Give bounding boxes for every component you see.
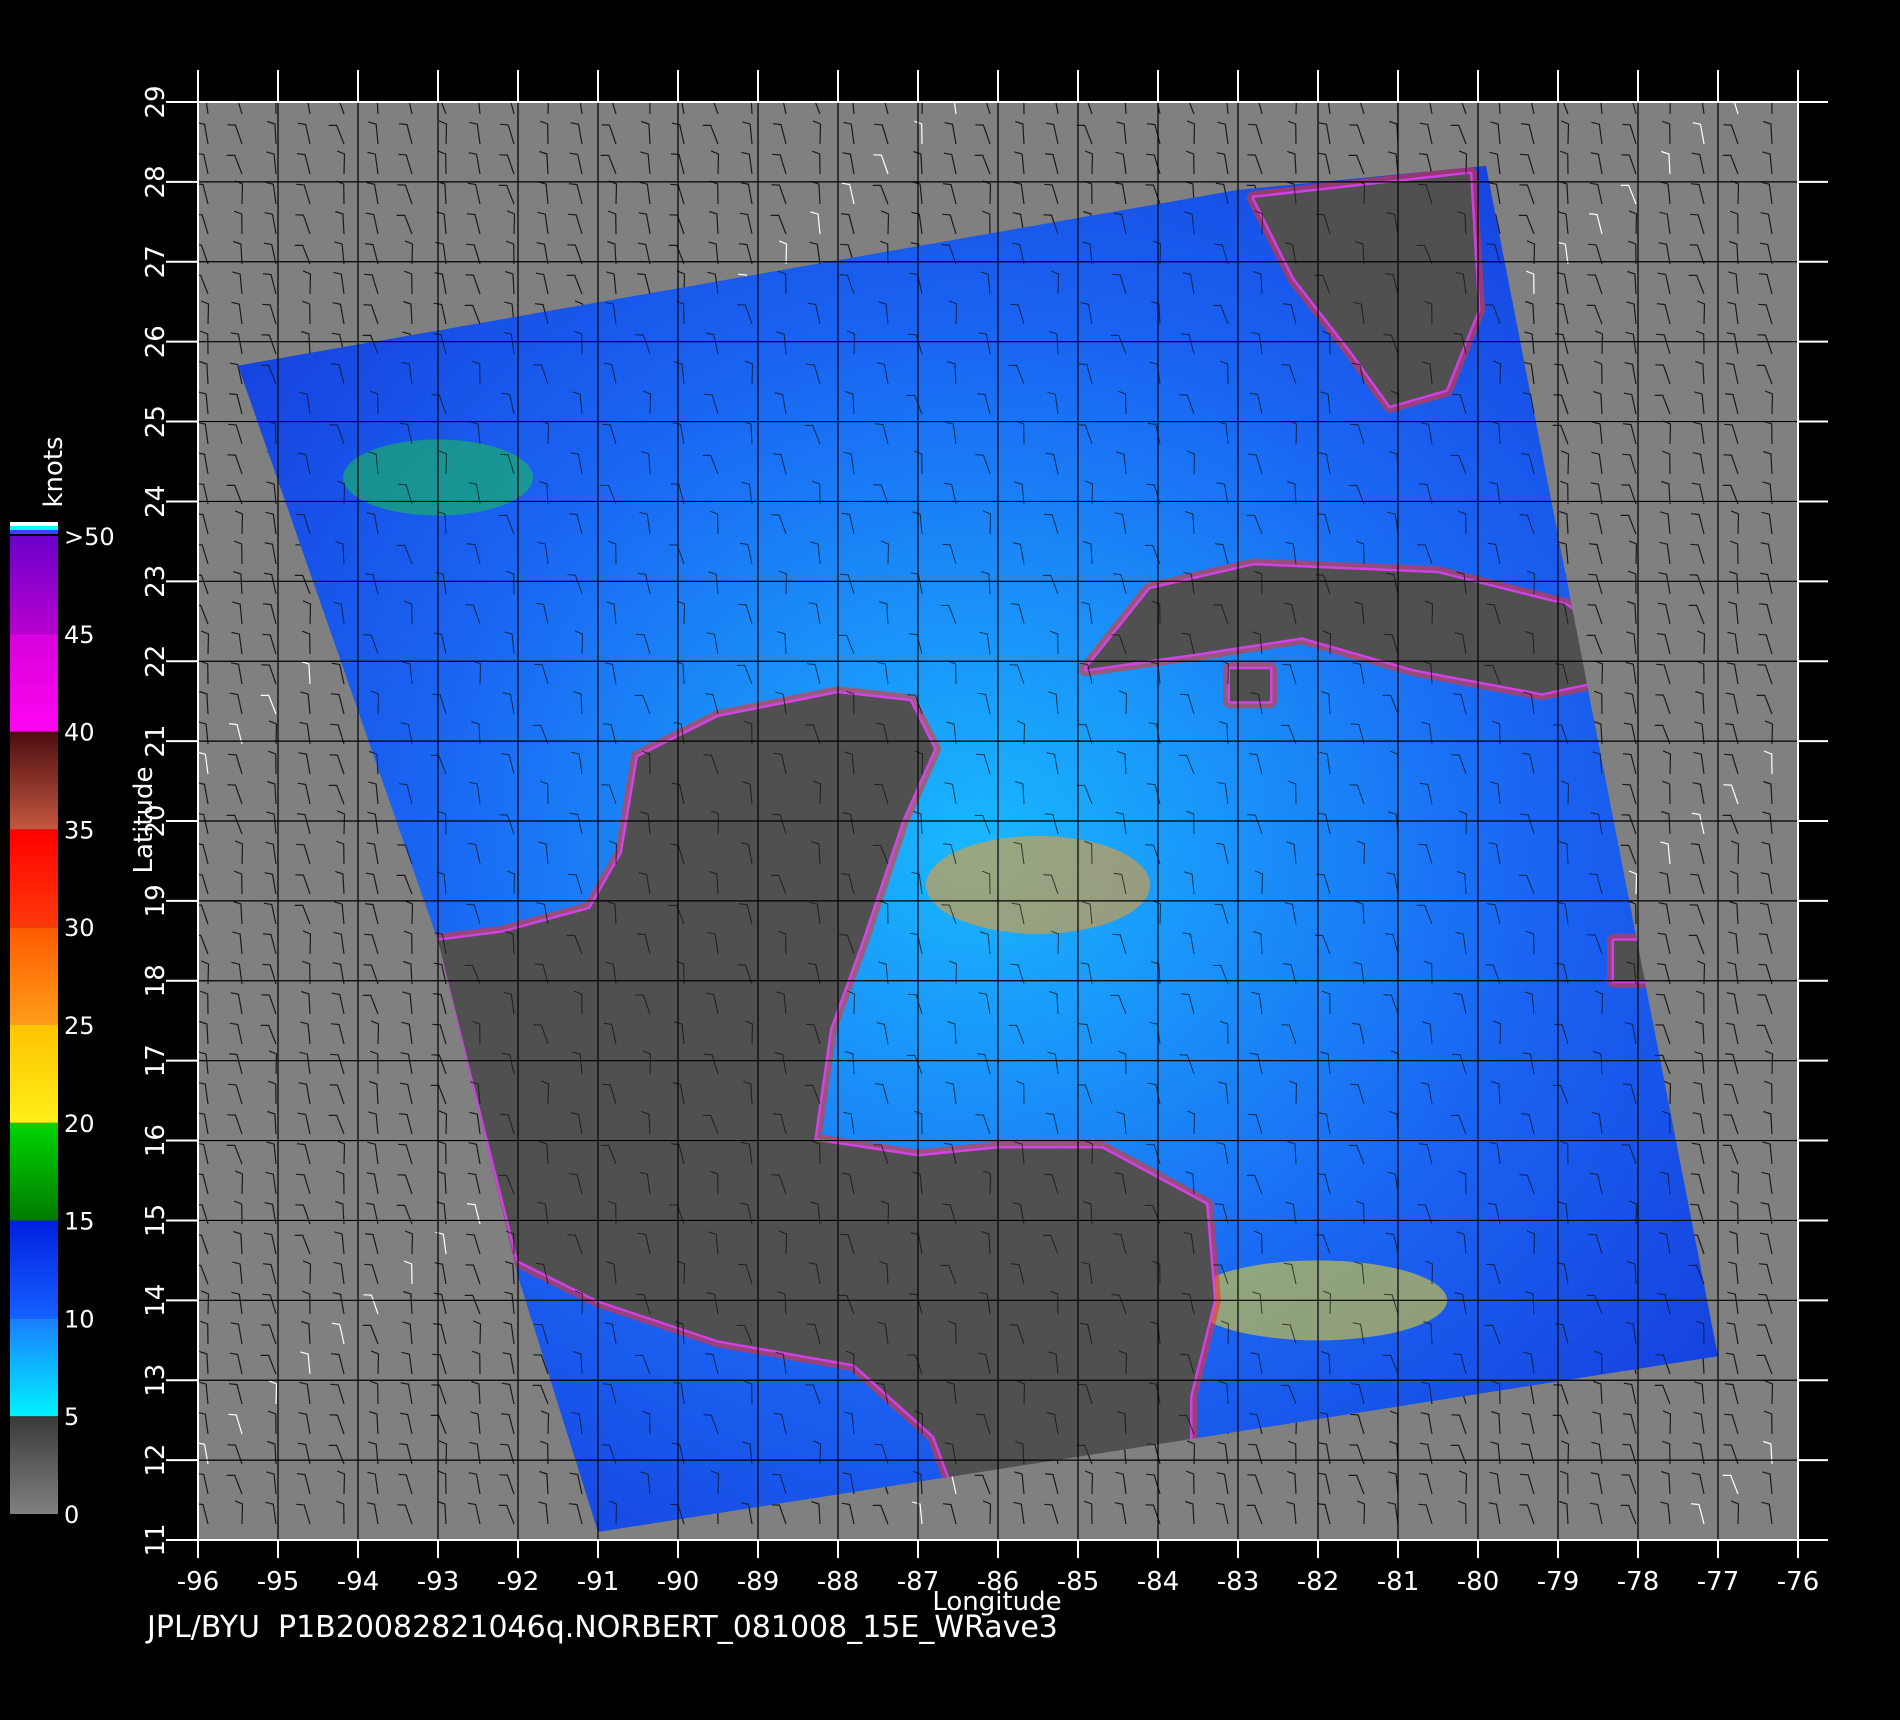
- image-source-caption: JPL/BYU P1B20082821046q.NORBERT_081008_15…: [147, 1610, 1058, 1645]
- longitude-tick-label: -78: [1617, 1567, 1659, 1597]
- longitude-tick-label: -80: [1457, 1567, 1499, 1597]
- colorbar-segments: [10, 536, 58, 1514]
- colorbar-top-strip: [10, 522, 58, 534]
- latitude-tick-label: 13: [141, 1364, 171, 1397]
- colorbar-segment: [10, 1416, 58, 1514]
- colorbar-tick-label: 30: [64, 914, 95, 942]
- longitude-tick-label: -95: [257, 1567, 299, 1597]
- longitude-tick-label: -92: [497, 1567, 539, 1597]
- latitude-axis-label: Latitude: [129, 766, 159, 873]
- latitude-tick-label: 12: [141, 1444, 171, 1477]
- latitude-tick-label: 17: [141, 1044, 171, 1077]
- colorbar-segment: [10, 927, 58, 1025]
- wind-map-figure: -96 -95 -94 -93 -92 -91 -90 -89 -88 -87 -86 -85 -84-…: [10, 70, 1828, 1617]
- longitude-tick-label: -84: [1137, 1567, 1179, 1597]
- colorbar-strip-band: [10, 530, 58, 534]
- longitude-tick-label: -77: [1697, 1567, 1739, 1597]
- land-region: [1230, 669, 1270, 702]
- latitude-tick-label: 14: [141, 1284, 171, 1317]
- colorbar-tick-label: 15: [64, 1208, 95, 1236]
- latitude-tick-label: 22: [141, 645, 171, 678]
- colorbar-tick-label: 40: [64, 719, 95, 747]
- colorbar-strip-band: [10, 522, 58, 526]
- latitude-tick-label: 28: [141, 165, 171, 198]
- longitude-tick-label: -90: [657, 1567, 699, 1597]
- colorbar-segment: [10, 829, 58, 928]
- plot-area: [198, 102, 1798, 1540]
- longitude-tick-label: -94: [337, 1567, 379, 1597]
- colorbar-tick-label: 20: [64, 1110, 95, 1138]
- longitude-tick-label: -79: [1537, 1567, 1579, 1597]
- colorbar-tick-label: >50: [64, 523, 115, 551]
- longitude-tick-label: -93: [417, 1567, 459, 1597]
- colorbar-tick-label: 0: [64, 1501, 79, 1529]
- colorbar-segment: [10, 536, 58, 634]
- colorbar-segment: [10, 731, 58, 830]
- longitude-tick-label: -82: [1297, 1567, 1339, 1597]
- colorbar-tick-label: 5: [64, 1403, 79, 1431]
- product-filename: P1B20082821046q.NORBERT_081008_15E_WRave…: [277, 1610, 1058, 1645]
- colorbar-segment: [10, 633, 58, 732]
- longitude-tick-label: -88: [817, 1567, 859, 1597]
- colorbar-segment: [10, 1318, 58, 1417]
- longitude-tick-label: -85: [1057, 1567, 1099, 1597]
- longitude-tick-label: -76: [1777, 1567, 1819, 1597]
- latitude-tick-label: 25: [141, 405, 171, 438]
- colorbar-segment: [10, 1025, 58, 1123]
- source-label: JPL/BYU: [147, 1610, 260, 1645]
- latitude-tick-label: 16: [141, 1124, 171, 1157]
- latitude-tick-label: 29: [141, 85, 171, 118]
- colorbar-segment: [10, 1220, 58, 1319]
- colorbar-segment: [10, 1122, 58, 1221]
- latitude-tick-label: 24: [141, 485, 171, 518]
- latitude-tick-label: 27: [141, 245, 171, 278]
- colorbar-tick-label: 45: [64, 621, 95, 649]
- latitude-tick-label: 26: [141, 325, 171, 358]
- colorbar-tick-label: 35: [64, 816, 95, 844]
- colorbar-tick-labels: 0 5 10 15 20 25 30 35 40 45 >50: [64, 523, 115, 1529]
- colorbar-tick-label: 10: [64, 1305, 95, 1333]
- latitude-tick-label: 19: [141, 884, 171, 917]
- wind-speed-patch: [926, 835, 1150, 934]
- wind-speed-colorbar: knots 0 5 10 15 20 25 30 35 40 45 >50: [10, 436, 115, 1529]
- longitude-tick-label: -89: [737, 1567, 779, 1597]
- longitude-tick-label: -83: [1217, 1567, 1259, 1597]
- latitude-tick-label: 21: [141, 725, 171, 758]
- longitude-tick-label: -91: [577, 1567, 619, 1597]
- latitude-tick-label: 11: [141, 1523, 171, 1556]
- latitude-tick-label: 18: [141, 964, 171, 997]
- longitude-tick-label: -81: [1377, 1567, 1419, 1597]
- colorbar-tick-label: 25: [64, 1012, 95, 1040]
- colorbar-unit-label: knots: [39, 436, 69, 507]
- latitude-tick-label: 23: [141, 565, 171, 598]
- colorbar-strip-band: [10, 526, 58, 530]
- lat-lon-gridlines: [198, 102, 1798, 1540]
- longitude-tick-label: -96: [177, 1567, 219, 1597]
- latitude-tick-label: 15: [141, 1204, 171, 1237]
